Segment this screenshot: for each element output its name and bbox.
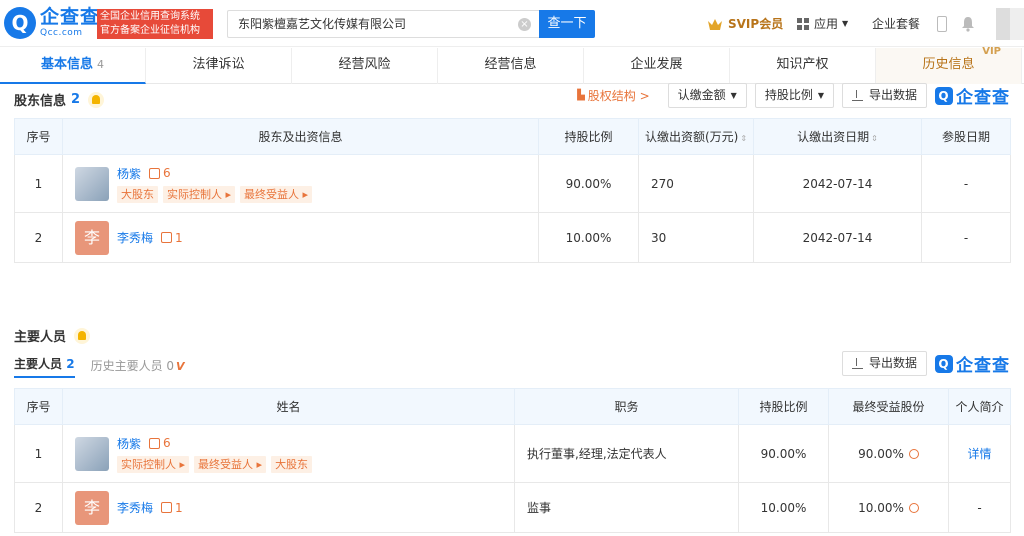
vip-badge: VIP [982,46,1001,57]
col-header-shareholder: 股东及出资信息 [62,118,539,155]
logo-text-cn: 企查查 [40,6,101,28]
relation-icon [161,502,173,513]
logo-text-en: Qcc.com [40,28,83,38]
apps-menu[interactable]: 应用 ▼ [797,15,848,32]
relation-icon [149,437,161,449]
tag-major-shareholder: 大股东 [271,455,313,473]
person-name-link[interactable]: 杨紫 [117,435,141,452]
avatar[interactable]: 李 [75,220,109,255]
relation-count[interactable]: 1 [161,231,183,245]
tag-actual-controller[interactable]: 实际控制人 ▸ [163,185,236,203]
shareholders-table: 序号 股东及出资信息 持股比例 认缴出资额(万元) ⇕ 认缴出资日期 ⇕ 参股日期 … [14,118,1011,263]
shareholders-title: 股东信息 2 [14,90,105,109]
table-row: 2 李 李秀梅 1 监事 10.00% 10.00% - [14,482,1011,533]
avatar[interactable] [75,166,109,201]
tag-actual-controller[interactable]: 实际控制人 ▸ [117,455,190,473]
table-row: 1 杨紫 6 实际控制人 ▸ 最终受益人 ▸ 大股东 执行董事,经理,法定代表人… [14,424,1011,483]
clear-icon[interactable]: × [518,18,531,31]
sort-icon: ⇕ [740,134,748,143]
tag-major-shareholder: 大股东 [117,185,158,203]
personnel-table: 序号 姓名 职务 持股比例 最终受益股份 个人简介 1 杨紫 6 实际控制人 ▸… [14,388,1011,533]
table-row: 2 李 李秀梅 1 10.00% 30 2042-07-14 - [14,212,1011,263]
qcc-logo-icon: Q [4,7,36,39]
caret-down-icon: ▼ [817,91,824,100]
tab-development[interactable]: 企业发展 [584,48,730,84]
relation-count[interactable]: 6 [149,166,171,180]
tag-beneficiary[interactable]: 最终受益人 ▸ [194,455,267,473]
chart-icon: ▙ [577,90,585,101]
person-name-link[interactable]: 李秀梅 [117,499,153,516]
relation-icon [161,232,173,243]
export-data-button[interactable]: 导出数据 [841,351,927,376]
relation-count[interactable]: 1 [161,501,183,515]
relation-icon [149,167,161,179]
tab-legal[interactable]: 法律诉讼 [146,48,292,84]
qcc-brand-icon: Q [935,86,953,105]
qcc-logo[interactable]: Q 企查查 Qcc.com [4,7,100,39]
personnel-title: 主要人员 [14,326,91,345]
personnel-toolbar: 导出数据 Q 企查查 [841,351,1010,376]
detail-link[interactable]: 详情 [967,447,991,461]
col-header-no: 序号 [14,388,63,425]
caret-down-icon: ▼ [730,91,737,100]
bell-icon[interactable] [961,16,975,32]
enterprise-package-link[interactable]: 企业套餐 [872,15,920,32]
search-button[interactable]: 查一下 [539,10,595,38]
search-input[interactable]: 东阳紫檀嘉艺文化传媒有限公司 × [227,10,539,38]
col-header-no: 序号 [14,118,63,155]
col-header-ratio: 持股比例 [538,118,639,155]
export-icon [851,358,863,369]
relation-count[interactable]: 6 [149,436,171,450]
qcc-brand-mark: Q 企查查 [935,351,1010,376]
col-header-name: 姓名 [62,388,515,425]
subtab-history[interactable]: 历史主要人员 0V [91,357,185,378]
avatar[interactable] [75,436,109,471]
personnel-subtabs: 主要人员 2 历史主要人员 0V [14,356,201,378]
amount-filter-dropdown[interactable]: 认缴金额 ▼ [667,83,747,108]
person-name-link[interactable]: 李秀梅 [117,229,153,246]
grid-icon [797,17,809,30]
subtab-current[interactable]: 主要人员 2 [14,355,75,378]
credit-system-badge[interactable]: 全国企业信用查询系统 官方备案企业征信机构 [97,9,213,39]
tab-operation[interactable]: 经营信息 [438,48,584,84]
follow-bell-icon[interactable] [74,327,91,344]
qcc-brand-icon: Q [935,354,953,373]
export-data-button[interactable]: 导出数据 [841,83,927,108]
avatar[interactable]: 李 [75,490,109,525]
tab-ip[interactable]: 知识产权 [730,48,876,84]
main-tabs: 基本信息 4 法律诉讼 经营风险 经营信息 企业发展 知识产权 历史信息 VIP [0,46,1024,84]
top-header: Q 企查查 Qcc.com 全国企业信用查询系统 官方备案企业征信机构 东阳紫檀… [0,0,1024,47]
equity-structure-link[interactable]: ▙ 股权结构 > [577,87,650,104]
col-header-benefit: 最终受益股份 [828,388,949,425]
vip-v-icon: V [176,360,185,373]
ratio-filter-dropdown[interactable]: 持股比例 ▼ [754,83,834,108]
col-header-join: 参股日期 [921,118,1011,155]
tag-beneficiary[interactable]: 最终受益人 ▸ [240,185,313,203]
crown-icon [708,18,722,30]
svip-link[interactable]: SVIP会员 [707,15,783,32]
benefit-chart-icon[interactable] [908,502,919,513]
tab-history[interactable]: 历史信息 VIP [876,46,1022,84]
benefit-chart-icon[interactable] [908,448,919,459]
tab-basic-info[interactable]: 基本信息 4 [0,48,146,84]
col-header-intro: 个人简介 [948,388,1011,425]
caret-down-icon: ▼ [842,19,849,28]
col-header-role: 职务 [514,388,739,425]
user-avatar[interactable] [996,8,1024,40]
col-header-ratio: 持股比例 [738,388,829,425]
col-header-date[interactable]: 认缴出资日期 ⇕ [753,118,922,155]
col-header-amount[interactable]: 认缴出资额(万元) ⇕ [638,118,754,155]
export-icon [851,90,863,101]
table-row: 1 杨紫 6 大股东 实际控制人 ▸ 最终受益人 ▸ 90.00% 270 20… [14,154,1011,213]
follow-bell-icon[interactable] [88,91,105,108]
sort-icon: ⇕ [871,134,878,143]
person-name-link[interactable]: 杨紫 [117,165,141,182]
tab-risk[interactable]: 经营风险 [292,48,438,84]
phone-icon[interactable] [937,16,947,32]
shareholders-toolbar: ▙ 股权结构 > 认缴金额 ▼ 持股比例 ▼ 导出数据 Q 企查查 [577,83,1010,108]
qcc-brand-mark: Q 企查查 [935,83,1010,108]
